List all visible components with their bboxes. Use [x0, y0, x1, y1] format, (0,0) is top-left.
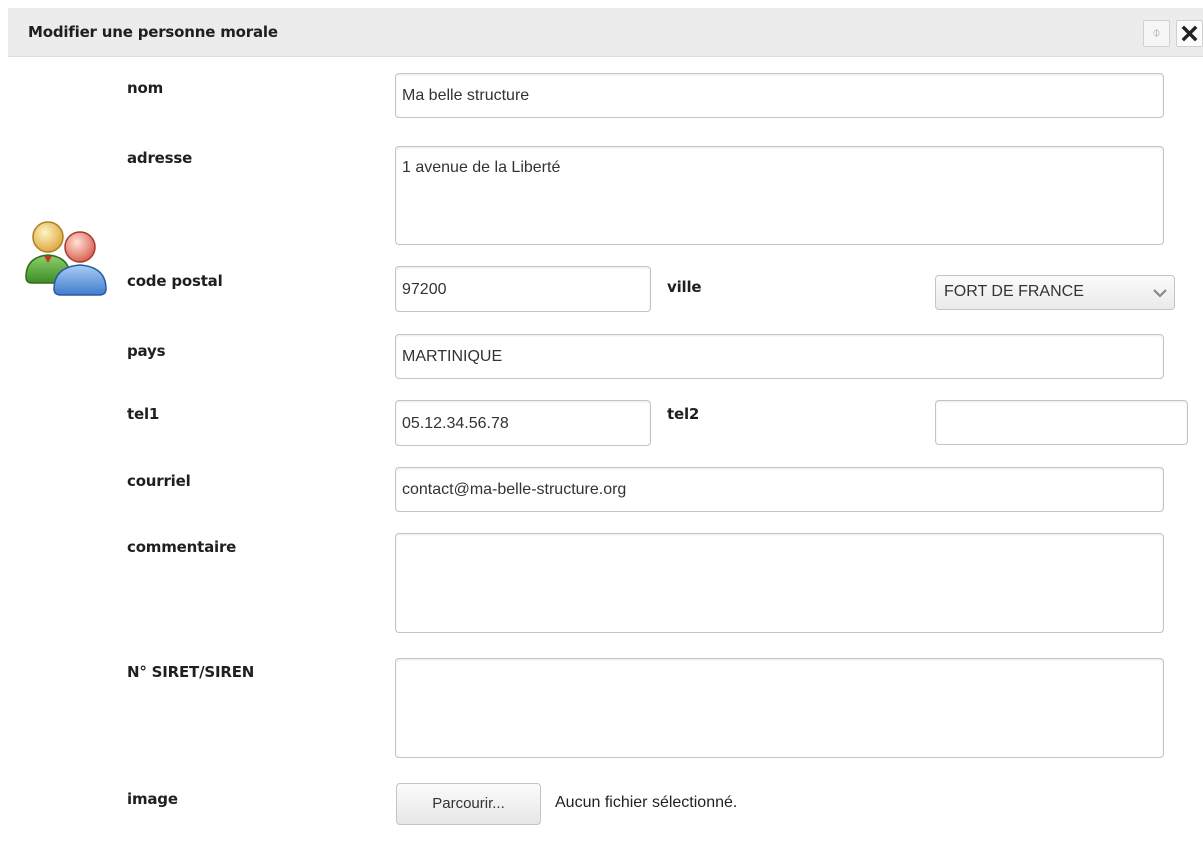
close-icon — [1181, 25, 1198, 42]
commentaire-textarea[interactable] — [395, 533, 1164, 633]
chevron-down-icon — [1153, 289, 1167, 298]
tel2-input[interactable] — [935, 400, 1188, 445]
siret-textarea[interactable] — [395, 658, 1164, 758]
code-postal-input[interactable]: 97200 — [395, 266, 651, 312]
courriel-input[interactable]: contact@ma-belle-structure.org — [395, 467, 1164, 512]
file-status: Aucun fichier sélectionné. — [555, 794, 738, 811]
dialog-titlebar: Modifier une personne morale ⌽ — [8, 8, 1203, 57]
image-label: image — [127, 790, 178, 808]
code-postal-label: code postal — [127, 272, 223, 290]
nom-label: nom — [127, 79, 164, 97]
users-icon — [24, 215, 112, 303]
browse-button[interactable]: Parcourir... — [396, 783, 541, 825]
tel1-label: tel1 — [127, 405, 160, 423]
pays-input[interactable]: MARTINIQUE — [395, 334, 1164, 379]
nom-input[interactable]: Ma belle structure — [395, 73, 1164, 118]
pays-label: pays — [127, 342, 166, 360]
adresse-textarea[interactable]: 1 avenue de la Liberté — [395, 146, 1164, 245]
courriel-label: courriel — [127, 472, 191, 490]
tel1-input[interactable]: 05.12.34.56.78 — [395, 400, 651, 446]
refresh-icon: ⌽ — [1152, 25, 1161, 41]
close-button[interactable] — [1176, 20, 1203, 47]
siret-label: N° SIRET/SIREN — [127, 663, 255, 681]
ville-label: ville — [667, 278, 702, 296]
tel2-label: tel2 — [667, 405, 700, 423]
refresh-button[interactable]: ⌽ — [1143, 20, 1170, 47]
ville-select[interactable]: FORT DE FRANCE — [935, 275, 1175, 310]
commentaire-label: commentaire — [127, 538, 237, 556]
dialog-title: Modifier une personne morale — [28, 23, 278, 41]
adresse-label: adresse — [127, 149, 193, 167]
